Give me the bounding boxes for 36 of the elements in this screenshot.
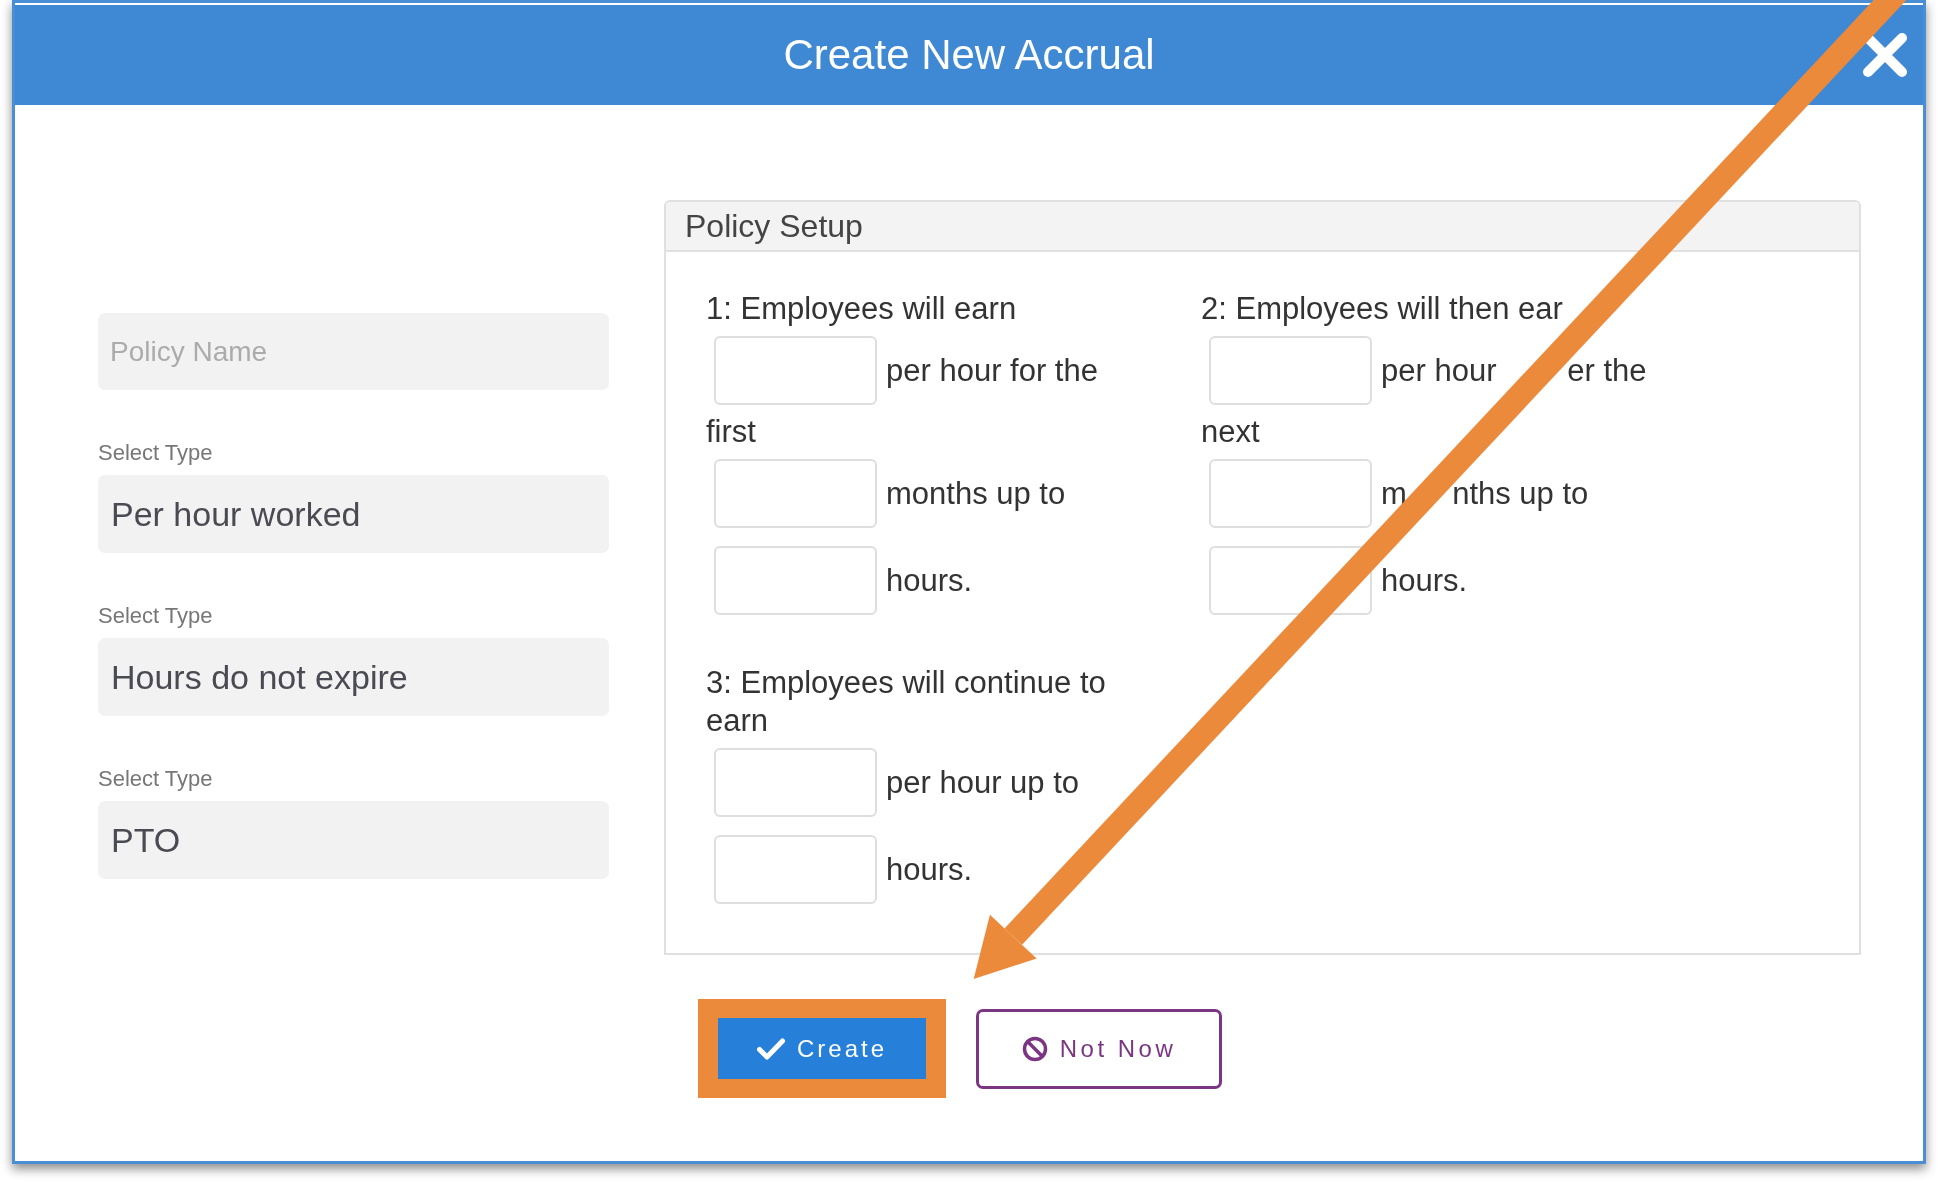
type-select[interactable]: Hours do not expire (98, 638, 609, 716)
input-field[interactable] (714, 835, 877, 904)
cancel-button[interactable]: Not Now (976, 1008, 1222, 1089)
confirm-button[interactable]: Create (718, 1018, 926, 1079)
field-caption: er the (1567, 351, 1647, 390)
field-label: Select Type (98, 440, 214, 466)
close-icon[interactable] (1860, 30, 1910, 80)
input-field[interactable] (714, 546, 877, 615)
field-caption: m (1381, 474, 1407, 513)
panel-title: Policy Setup (666, 202, 1859, 252)
field-caption: first (706, 413, 757, 451)
field-label: Select Type (98, 603, 214, 629)
input-field[interactable] (714, 459, 877, 528)
input-field[interactable] (1209, 336, 1372, 405)
field-label: Select Type (98, 766, 214, 792)
field-caption: per hour (1381, 351, 1497, 390)
policy-name-field[interactable]: Policy Name (98, 313, 609, 390)
type-select[interactable]: Per hour worked (98, 475, 609, 553)
field-caption: per hour up to (886, 763, 1080, 802)
field-caption: per hour for the (886, 351, 1098, 390)
field-caption: next (1201, 413, 1261, 451)
prohibited-icon (1021, 1035, 1048, 1062)
field-caption: hours. (886, 561, 973, 600)
step-heading: 2: Employees will then ear (1201, 290, 1564, 328)
dialog-title: Create New Accrual (783, 31, 1155, 79)
field-caption: nths up to (1452, 474, 1589, 513)
check-icon (756, 1037, 785, 1060)
field-caption: hours. (1381, 561, 1468, 600)
type-select[interactable]: PTO (98, 801, 609, 879)
step-heading: 3: Employees will continue to earn (706, 664, 1107, 740)
field-caption: hours. (886, 850, 973, 889)
input-field[interactable] (714, 336, 877, 405)
field-caption: months up to (886, 474, 1066, 513)
input-field[interactable] (714, 748, 877, 817)
step-heading: 1: Employees will earn (706, 290, 1018, 328)
input-field[interactable] (1209, 459, 1372, 528)
